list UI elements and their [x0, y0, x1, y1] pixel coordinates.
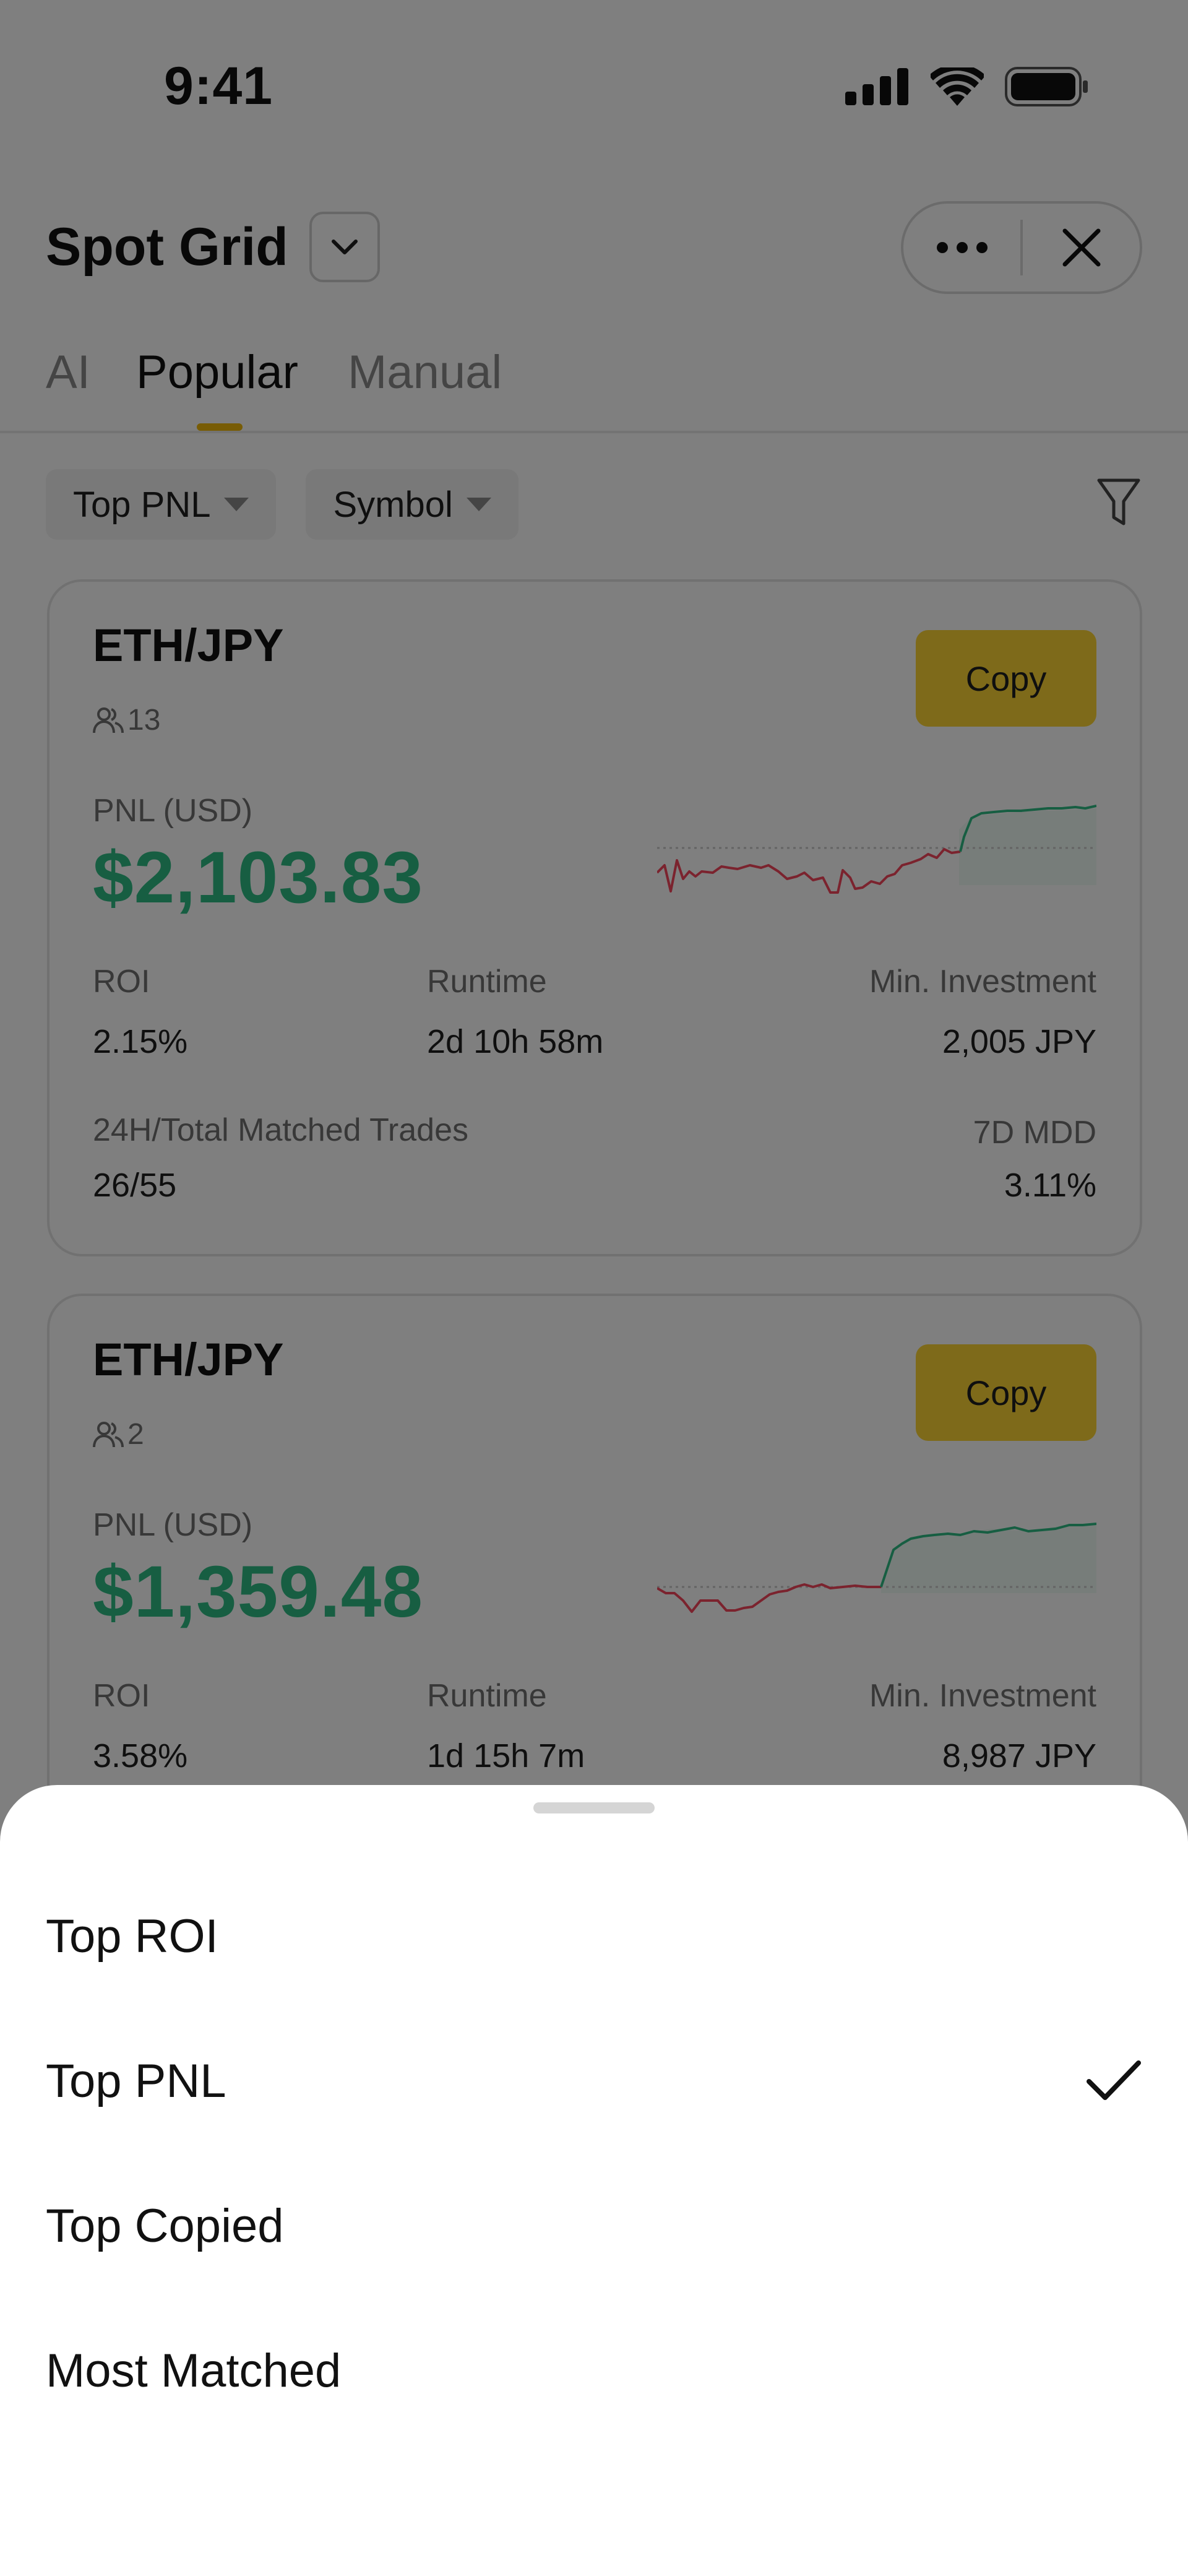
sort-option-most-matched[interactable]: Most Matched: [46, 2309, 1142, 2432]
sort-bottom-sheet: Top ROI Top PNL Top Copied Most Matched: [0, 1785, 1188, 2576]
sort-option-top-copied[interactable]: Top Copied: [46, 2164, 1142, 2288]
sheet-drag-handle[interactable]: [533, 1802, 655, 1813]
sort-option-label: Most Matched: [46, 2344, 342, 2397]
sort-option-label: Top PNL: [46, 2054, 226, 2107]
sort-option-top-pnl[interactable]: Top PNL: [46, 2019, 1142, 2143]
sort-option-label: Top ROI: [46, 1909, 218, 1963]
sort-option-top-roi[interactable]: Top ROI: [46, 1874, 1142, 1998]
checkmark-icon: [1087, 2060, 1141, 2100]
sort-option-label: Top Copied: [46, 2199, 284, 2252]
app-screen: 9:41 Spot Grid: [0, 0, 1188, 2576]
